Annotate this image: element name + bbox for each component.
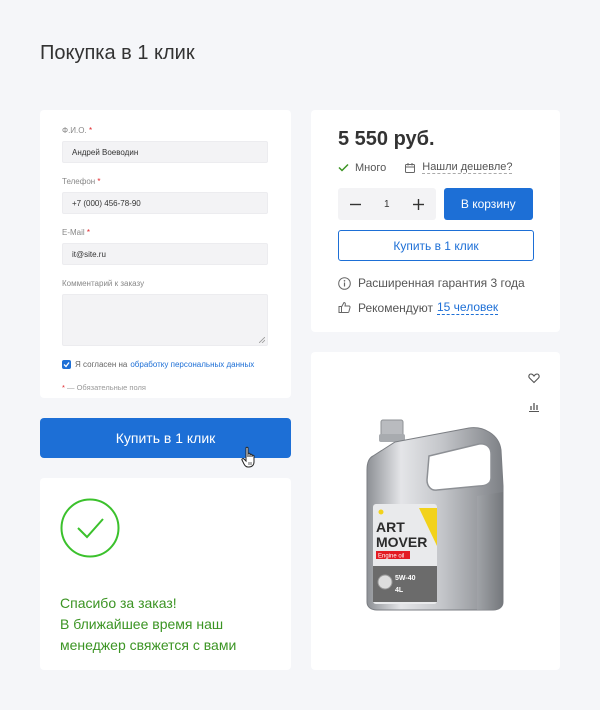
stock-status: Много — [338, 162, 386, 174]
plus-icon — [413, 198, 425, 210]
label-line-2: MOVER — [376, 534, 427, 550]
email-label: E-Mail * — [62, 228, 91, 237]
add-to-cart-button[interactable]: В корзину — [443, 188, 533, 220]
decrease-quantity-button[interactable] — [348, 197, 362, 211]
recommend-link[interactable]: 15 человек — [437, 300, 499, 315]
minus-icon — [349, 203, 361, 205]
checkmark-icon — [63, 362, 70, 368]
phone-label: Телефон * — [62, 177, 101, 186]
resize-grip-icon[interactable] — [259, 337, 265, 343]
info-icon — [338, 276, 351, 290]
product-price: 5 550 руб. — [338, 128, 435, 150]
check-circle-icon — [60, 498, 120, 558]
success-line-2: В ближайшее время наш — [60, 616, 224, 632]
recommend-row: Рекомендуют 15 человек — [338, 300, 533, 315]
found-cheaper-link[interactable]: Нашли дешевле? — [404, 161, 513, 174]
success-line-1: Спасибо за заказ! — [60, 595, 177, 611]
price-tag-icon — [405, 162, 416, 173]
success-line-3: менеджер свяжется с вами — [60, 637, 237, 653]
stats-icon[interactable] — [528, 400, 540, 412]
label-volume: 4L — [395, 587, 404, 594]
warranty-row: Расширенная гарантия 3 года — [338, 276, 533, 290]
quantity-value[interactable]: 1 — [384, 199, 390, 210]
email-field[interactable]: it@site.ru — [62, 243, 268, 265]
quantity-stepper: 1 — [338, 188, 436, 220]
name-field[interactable]: Андрей Воеводин — [62, 141, 268, 163]
heart-icon[interactable] — [528, 372, 540, 384]
checkmark-icon — [338, 163, 349, 172]
label-sub: Engine oil — [378, 554, 404, 560]
product-image-card: ART MOVER Engine oil 5W-40 4L — [311, 352, 560, 670]
thumbs-up-icon — [338, 301, 351, 313]
order-form: Ф.И.О. * Андрей Воеводин Телефон * +7 (0… — [40, 110, 291, 398]
comment-field[interactable] — [62, 294, 268, 346]
consent-link[interactable]: обработку персональных данных — [130, 360, 254, 369]
increase-quantity-button[interactable] — [412, 197, 426, 211]
product-image: ART MOVER Engine oil 5W-40 4L — [366, 419, 504, 611]
cursor-hand-icon — [241, 446, 255, 468]
success-message: Спасибо за заказ! В ближайшее время наш … — [40, 478, 291, 670]
required-note: * — Обязательные поля — [62, 383, 146, 392]
label-spec: 5W-40 — [395, 575, 416, 582]
comment-label: Комментарий к заказу — [62, 279, 145, 288]
consent-text: Я согласен на — [75, 360, 128, 369]
price-card: 5 550 руб. Много Нашли дешевле? 1 В корз… — [311, 110, 560, 332]
page-title: Покупка в 1 клик — [40, 42, 195, 64]
consent-row: Я согласен на обработку персональных дан… — [62, 360, 269, 369]
name-label: Ф.И.О. * — [62, 126, 93, 135]
label-line-1: ART — [376, 519, 405, 535]
phone-field[interactable]: +7 (000) 456-78-90 — [62, 192, 268, 214]
consent-checkbox[interactable] — [62, 360, 71, 369]
buy-one-click-outline-button[interactable]: Купить в 1 клик — [338, 230, 534, 261]
